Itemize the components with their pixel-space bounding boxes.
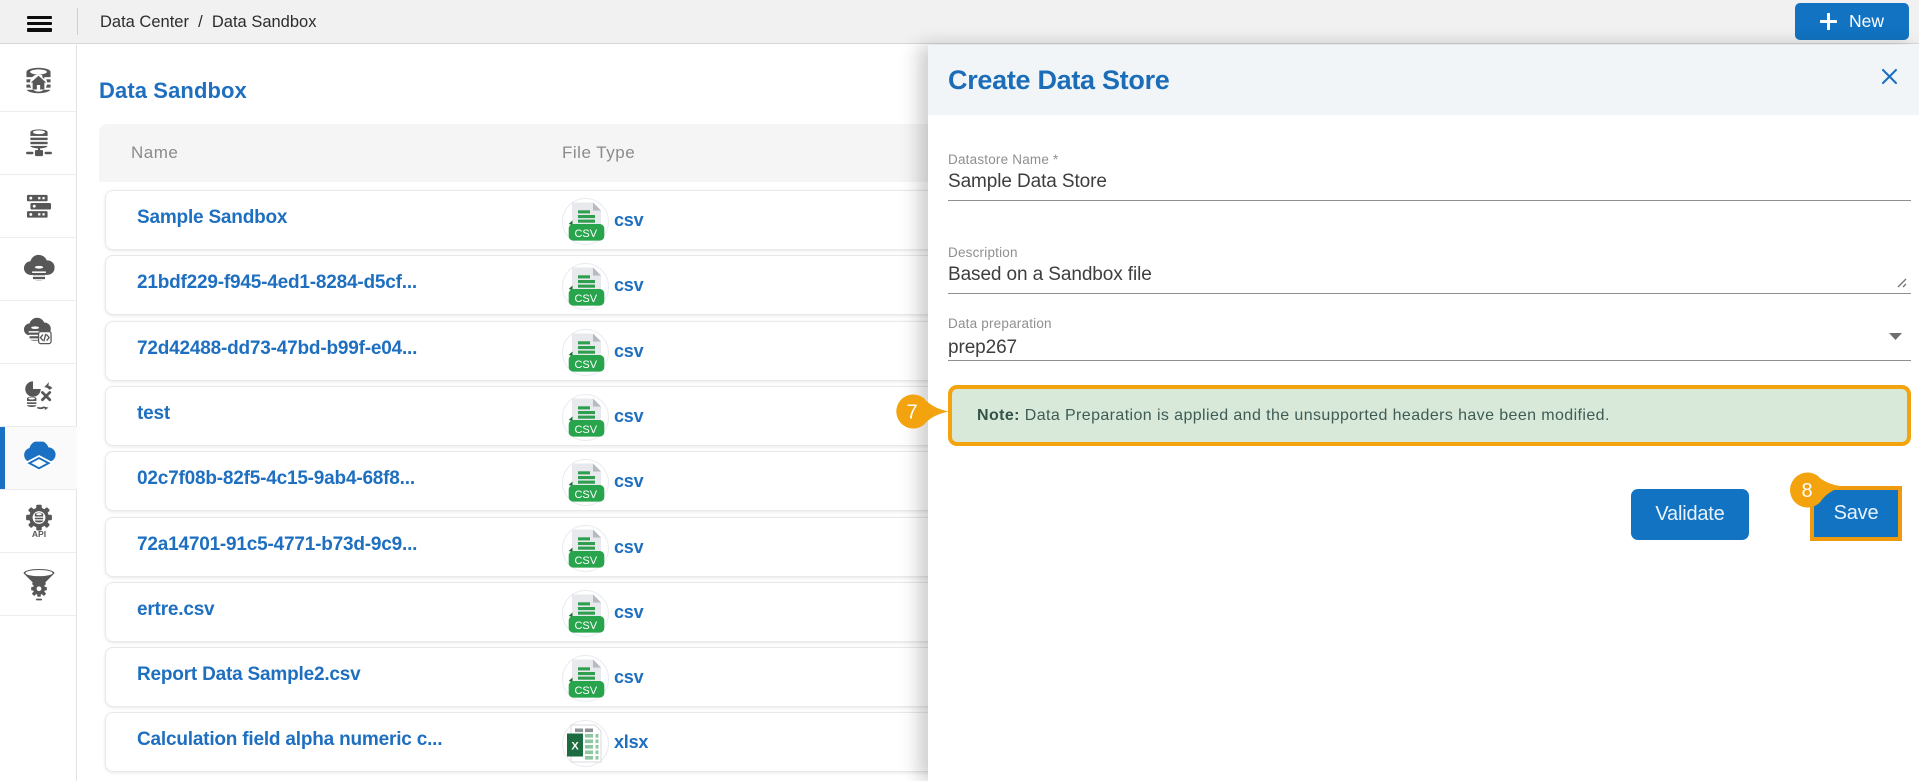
svg-text:X: X <box>571 741 579 753</box>
svg-text:CSV: CSV <box>574 293 597 305</box>
svg-text:7: 7 <box>906 402 917 424</box>
svg-text:CSV: CSV <box>574 228 597 240</box>
svg-text:CSV: CSV <box>574 685 597 697</box>
svg-text:API: API <box>31 529 45 537</box>
svg-text:CSV: CSV <box>574 489 597 501</box>
svg-text:CSV: CSV <box>574 555 597 567</box>
svg-text:CSV: CSV <box>574 424 597 436</box>
svg-text:CSV: CSV <box>574 620 597 632</box>
svg-text:8: 8 <box>1801 480 1812 502</box>
svg-text:CSV: CSV <box>574 359 597 371</box>
